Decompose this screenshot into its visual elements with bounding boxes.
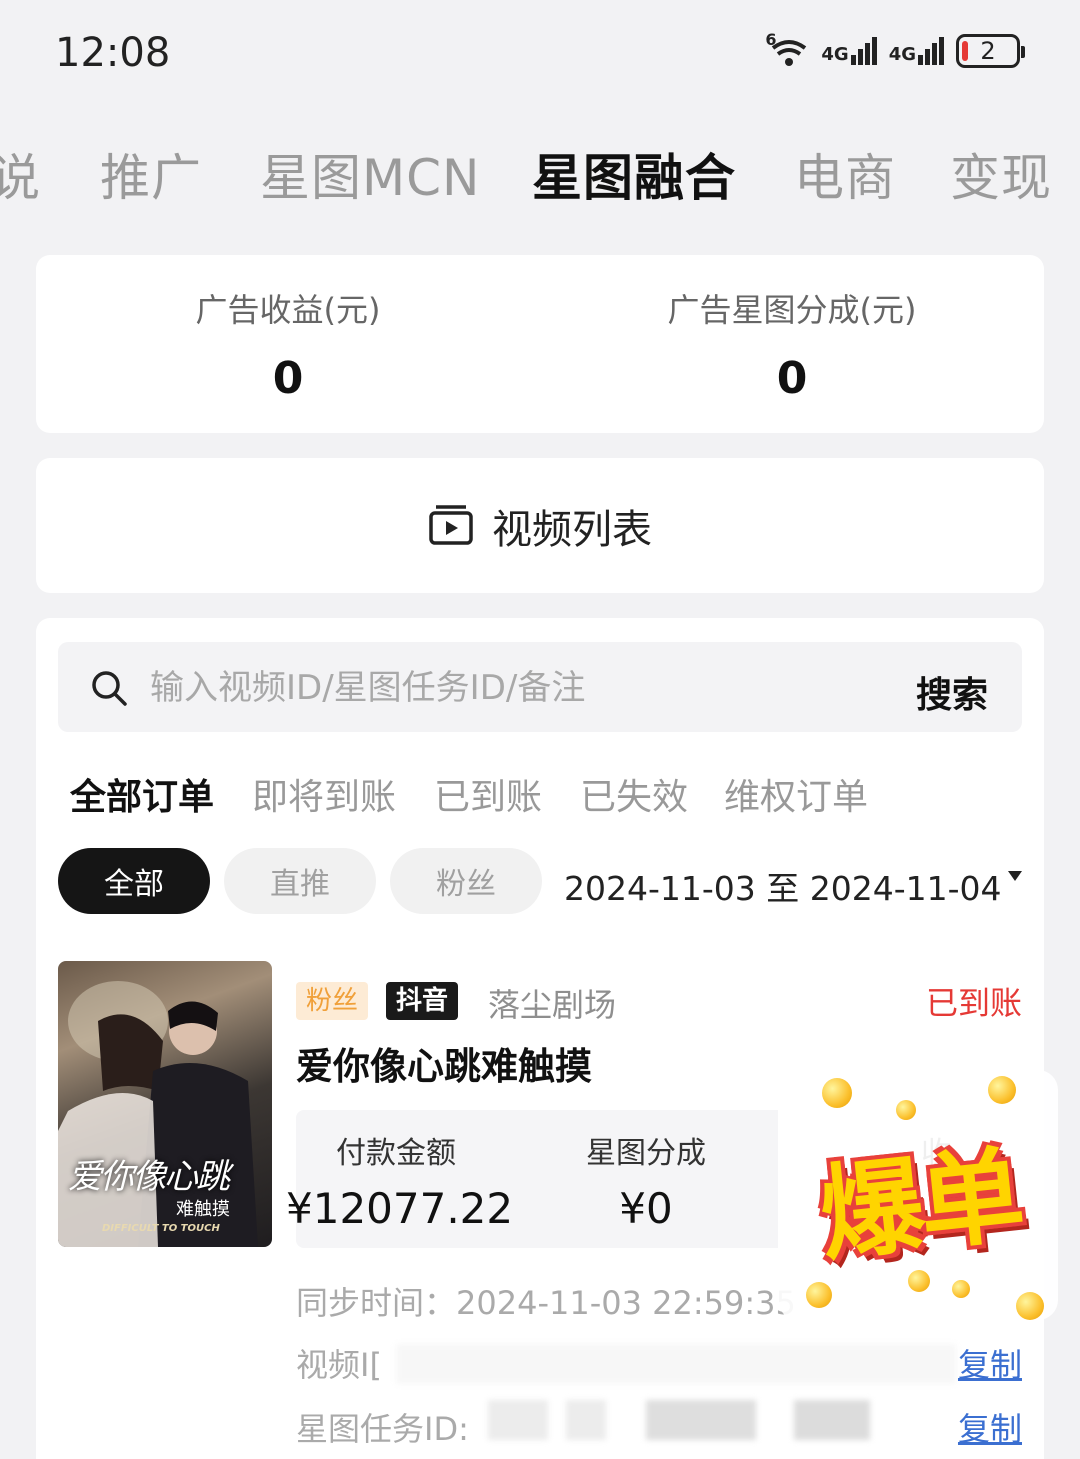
xingtu-share-stat: 广告星图分成(元) 0 <box>540 285 1044 404</box>
coin-icon <box>822 1078 852 1108</box>
fans-tag: 粉丝 <box>296 982 369 1020</box>
video-list-icon <box>428 501 474 551</box>
poster-title-text: 爱你像心跳 <box>68 1157 230 1197</box>
tab-tuiguang[interactable]: 推广 <box>100 138 202 210</box>
video-list-label: 视频列表 <box>492 506 652 553</box>
drama-poster[interactable]: 爱你像心跳 难触摸 DIFFICULT TO TOUCH <box>58 961 272 1247</box>
cell-signal-icon-2: 4G <box>889 37 944 65</box>
search-icon <box>90 669 128 711</box>
coin-icon <box>896 1100 916 1120</box>
poster-english-text: DIFFICULT TO TOUCH <box>102 1223 220 1234</box>
cell-signal-icon: 4G <box>821 37 877 65</box>
order-tab-all[interactable]: 全部订单 <box>70 768 214 820</box>
search-input[interactable] <box>148 642 852 734</box>
stats-card: 广告收益(元) 0 广告星图分成(元) 0 <box>36 255 1044 433</box>
payment-amount: 付款金额 ¥12077.22 <box>286 1128 514 1233</box>
task-id-label: 星图任务ID: <box>296 1410 469 1448</box>
order-tab-received[interactable]: 已到账 <box>434 768 542 820</box>
task-id-redacted-2 <box>566 1400 606 1440</box>
xingtu-share-value: 0 <box>776 353 808 404</box>
filter-chip-all[interactable]: 全部 <box>58 848 210 914</box>
coin-icon <box>988 1076 1016 1104</box>
order-tab-dispute[interactable]: 维权订单 <box>724 768 868 820</box>
net1-label: 4G <box>821 44 849 65</box>
filter-chip-direct[interactable]: 直推 <box>224 848 376 914</box>
coin-icon <box>908 1270 930 1292</box>
sync-value: 2024-11-03 22:59:35 <box>456 1284 796 1322</box>
search-button[interactable]: 搜索 <box>916 666 988 718</box>
battery-level: 2 <box>980 37 996 65</box>
date-range-picker[interactable]: 2024-11-03 至 2024-11-04 <box>564 862 1002 910</box>
copy-video-id-button[interactable]: 复制 <box>958 1340 1022 1386</box>
task-id-redacted-1 <box>488 1400 548 1440</box>
tab-shuo[interactable]: 说 <box>0 138 41 210</box>
ad-revenue-value: 0 <box>272 353 304 404</box>
ad-revenue-label: 广告收益(元) <box>195 291 381 329</box>
xingtu-share-amount: 星图分成 ¥0 <box>546 1128 746 1233</box>
theater-name: 落尘剧场 <box>488 986 617 1024</box>
drama-title[interactable]: 爱你像心跳难触摸 <box>296 1036 592 1090</box>
video-id-redacted <box>396 1344 956 1384</box>
payment-label: 付款金额 <box>336 1136 456 1171</box>
order-status: 已到账 <box>925 984 1022 1022</box>
payment-value: ¥12077.22 <box>286 1184 514 1233</box>
orders-card: 搜索 全部订单 即将到账 已到账 已失效 维权订单 全部 直推 粉丝 2024-… <box>36 618 1044 1459</box>
copy-task-id-button[interactable]: 复制 <box>958 1404 1022 1450</box>
task-id-redacted-3 <box>646 1400 756 1440</box>
video-id-label: 视频I[ <box>296 1346 382 1384</box>
search-bar: 搜索 <box>58 642 1022 734</box>
battery-icon: 2 <box>956 34 1025 68</box>
burst-order-sticker: 爆单 <box>778 1070 1058 1320</box>
task-id-redacted-4 <box>794 1400 870 1440</box>
share-label: 星图分成 <box>586 1136 706 1171</box>
order-tab-upcoming[interactable]: 即将到账 <box>252 768 396 820</box>
wifi-label: 6 <box>765 30 777 49</box>
net2-label: 4G <box>888 44 916 65</box>
sync-label: 同步时间： <box>296 1284 457 1322</box>
poster-subtitle-text: 难触摸 <box>176 1199 230 1220</box>
filter-chip-fans[interactable]: 粉丝 <box>390 848 542 914</box>
xingtu-share-label: 广告星图分成(元) <box>667 291 917 329</box>
top-tab-bar: 说 推广 星图MCN 星图融合 电商 变现 <box>0 138 1080 208</box>
tab-bianxian[interactable]: 变现 <box>950 138 1052 210</box>
coin-icon <box>952 1280 970 1298</box>
video-list-button[interactable]: 视频列表 <box>36 458 1044 593</box>
status-icons: 6 4G 4G 2 <box>765 30 1025 68</box>
coin-icon <box>1016 1292 1044 1320</box>
tab-xingtu-mcn[interactable]: 星图MCN <box>260 138 480 210</box>
order-tab-expired[interactable]: 已失效 <box>580 768 688 820</box>
tab-xingtu-ronghe[interactable]: 星图融合 <box>532 138 736 210</box>
status-time: 12:08 <box>55 30 171 76</box>
sync-time: 同步时间：2024-11-03 22:59:35 <box>296 1278 796 1324</box>
wifi-icon: 6 <box>765 30 809 68</box>
tab-dianshang[interactable]: 电商 <box>794 138 896 210</box>
caret-down-icon[interactable] <box>1008 871 1022 881</box>
ad-revenue-stat: 广告收益(元) 0 <box>36 285 540 404</box>
share-value: ¥0 <box>619 1184 673 1233</box>
douyin-tag: 抖音 <box>386 982 459 1020</box>
coin-icon <box>806 1282 832 1308</box>
burst-text: 爆单 <box>814 1133 1026 1277</box>
